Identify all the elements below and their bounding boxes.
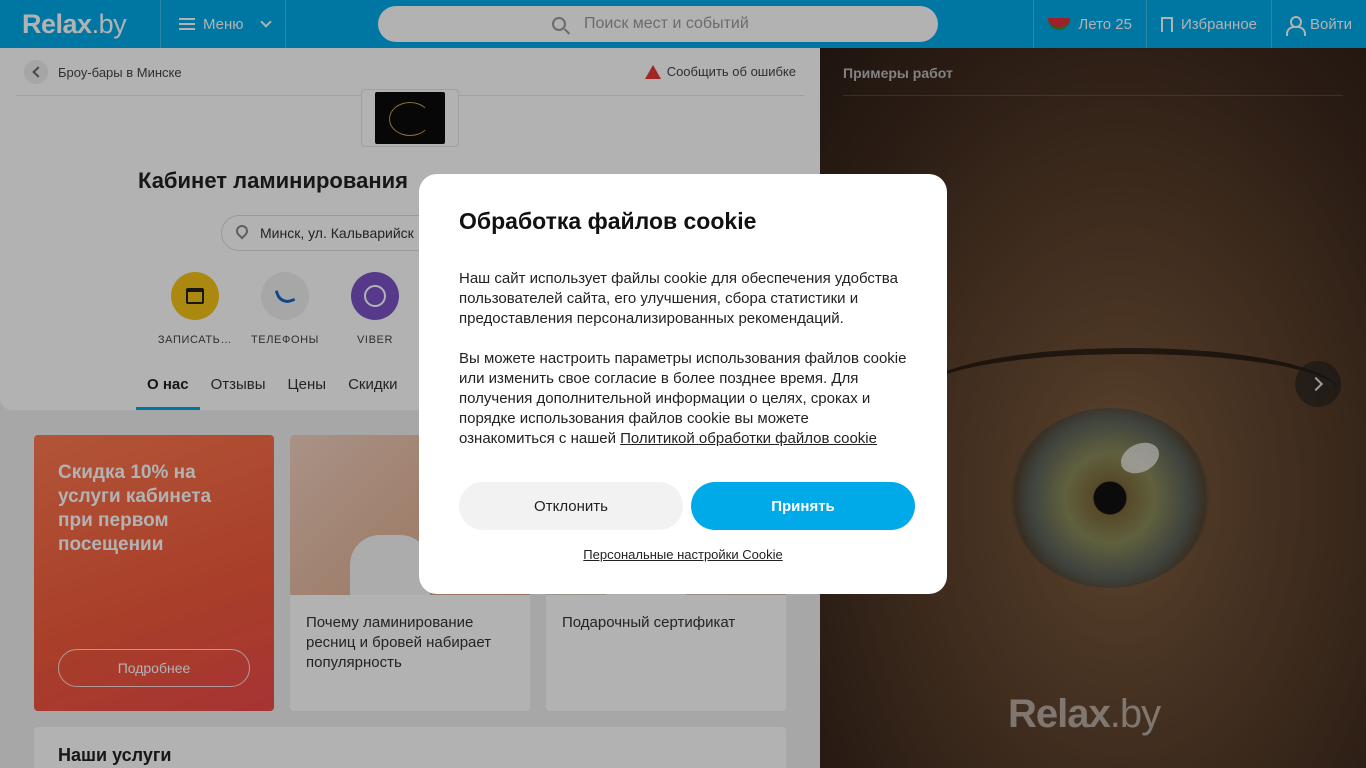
decline-button[interactable]: Отклонить — [459, 482, 683, 530]
cookie-settings-link[interactable]: Персональные настройки Cookie — [419, 547, 947, 562]
cookie-buttons: Отклонить Принять — [459, 482, 915, 530]
cookie-paragraph-2: Вы можете настроить параметры использова… — [459, 349, 907, 449]
cookie-policy-link[interactable]: Политикой обработки файлов cookie — [620, 430, 877, 447]
accept-button[interactable]: Принять — [691, 482, 915, 530]
cookie-modal-text: Наш сайт использует файлы cookie для обе… — [459, 269, 907, 449]
cookie-modal-title: Обработка файлов cookie — [459, 208, 757, 234]
cookie-modal: Обработка файлов cookie Наш сайт использ… — [419, 174, 947, 594]
cookie-paragraph-1: Наш сайт использует файлы cookie для обе… — [459, 270, 898, 327]
